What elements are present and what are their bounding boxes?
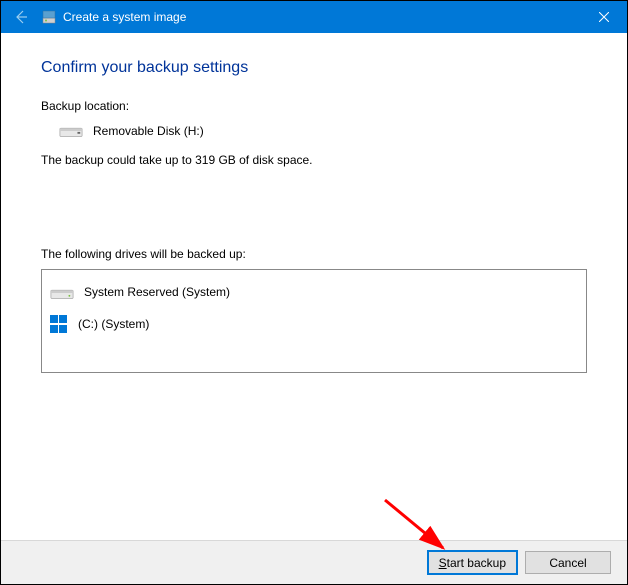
drive-item: System Reserved (System) <box>50 276 578 308</box>
content-area: Confirm your backup settings Backup loca… <box>1 33 627 373</box>
removable-disk-icon <box>59 123 83 139</box>
backup-disk-name: Removable Disk (H:) <box>93 124 204 138</box>
drives-list: System Reserved (System) (C:) (System) <box>41 269 587 373</box>
hdd-icon <box>50 284 74 300</box>
windows-icon <box>50 315 68 333</box>
close-button[interactable] <box>581 1 627 33</box>
space-warning: The backup could take up to 319 GB of di… <box>41 153 587 167</box>
drives-label: The following drives will be backed up: <box>41 247 587 261</box>
drive-item: (C:) (System) <box>50 308 578 340</box>
backup-location-row: Removable Disk (H:) <box>59 123 587 139</box>
start-backup-button[interactable]: Start backup <box>428 551 517 574</box>
backup-location-label: Backup location: <box>41 99 587 113</box>
cancel-button[interactable]: Cancel <box>525 551 611 574</box>
drive-name: System Reserved (System) <box>84 285 230 299</box>
app-icon <box>41 9 57 25</box>
footer-bar: Start backup Cancel <box>1 540 627 584</box>
titlebar: Create a system image <box>1 1 627 33</box>
drive-name: (C:) (System) <box>78 317 149 331</box>
page-heading: Confirm your backup settings <box>41 59 587 77</box>
window-title: Create a system image <box>63 10 186 24</box>
back-arrow-icon <box>1 1 41 33</box>
